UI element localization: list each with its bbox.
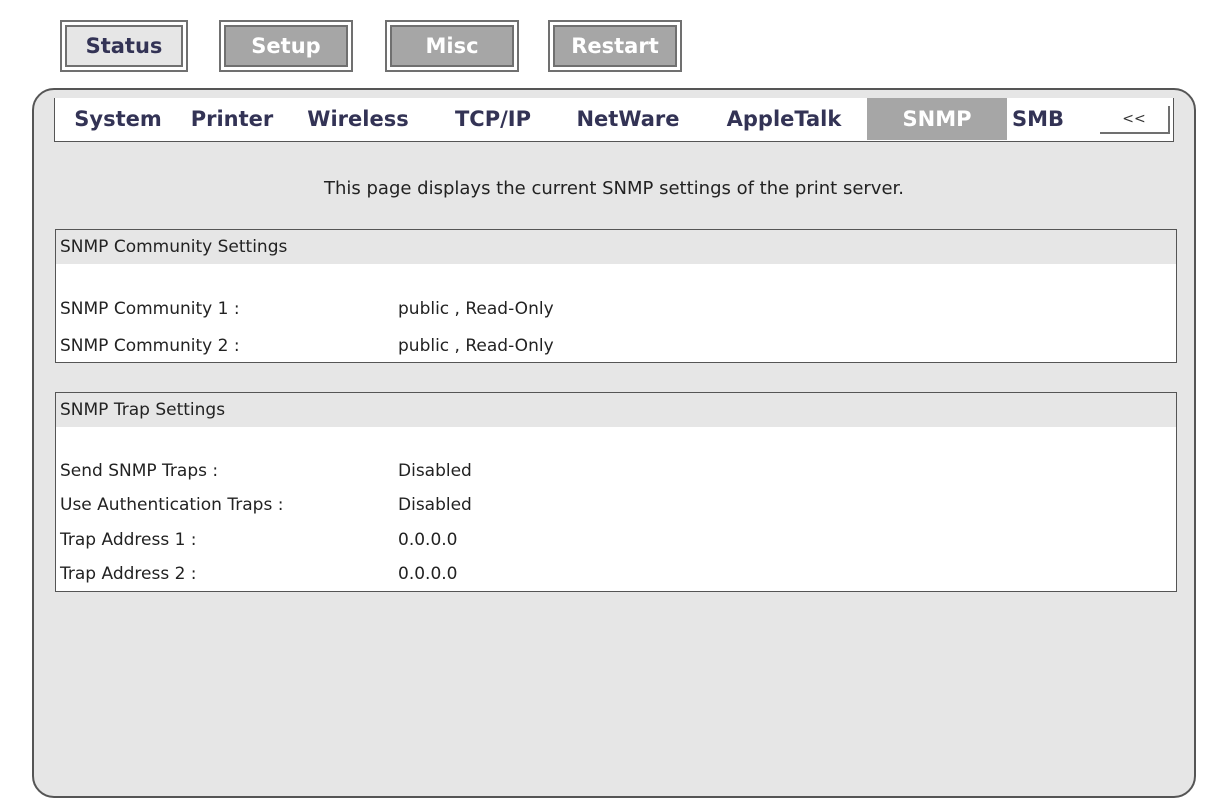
tab-wireless[interactable]: Wireless xyxy=(293,98,423,140)
tab-system[interactable]: System xyxy=(63,98,173,140)
setting-label: SNMP Community 2 : xyxy=(60,336,240,356)
misc-button[interactable]: Misc xyxy=(385,20,519,72)
setting-value: public , Read-Only xyxy=(398,299,554,319)
setting-label: Trap Address 1 : xyxy=(60,530,197,550)
tab-bar: System Printer Wireless TCP/IP NetWare A… xyxy=(54,98,1174,142)
tab-tcpip[interactable]: TCP/IP xyxy=(433,98,553,140)
tab-netware[interactable]: NetWare xyxy=(561,98,695,140)
setting-value: Disabled xyxy=(398,495,472,515)
setting-label: Use Authentication Traps : xyxy=(60,495,284,515)
setting-label: Send SNMP Traps : xyxy=(60,461,219,481)
setting-value: public , Read-Only xyxy=(398,336,554,356)
tab-appletalk[interactable]: AppleTalk xyxy=(707,98,861,140)
tab-smb[interactable]: SMB xyxy=(1005,98,1071,140)
page-description: This page displays the current SNMP sett… xyxy=(323,178,904,199)
setting-value: 0.0.0.0 xyxy=(398,530,458,550)
misc-button-label: Misc xyxy=(390,25,514,67)
trap-settings-section: SNMP Trap Settings Send SNMP Traps : Dis… xyxy=(55,392,1177,592)
setup-button[interactable]: Setup xyxy=(219,20,353,72)
section-title: SNMP Community Settings xyxy=(56,230,1176,264)
restart-button-label: Restart xyxy=(553,25,677,67)
tab-printer[interactable]: Printer xyxy=(181,98,283,140)
setting-label: SNMP Community 1 : xyxy=(60,299,240,319)
collapse-tabs-button[interactable]: << xyxy=(1100,106,1170,134)
section-title: SNMP Trap Settings xyxy=(56,393,1176,427)
setting-value: Disabled xyxy=(398,461,472,481)
status-button[interactable]: Status xyxy=(60,20,188,72)
setting-value: 0.0.0.0 xyxy=(398,564,458,584)
restart-button[interactable]: Restart xyxy=(548,20,682,72)
tab-snmp[interactable]: SNMP xyxy=(867,98,1007,140)
setting-label: Trap Address 2 : xyxy=(60,564,197,584)
community-settings-section: SNMP Community Settings SNMP Community 1… xyxy=(55,229,1177,363)
status-button-label: Status xyxy=(65,25,183,67)
setup-button-label: Setup xyxy=(224,25,348,67)
